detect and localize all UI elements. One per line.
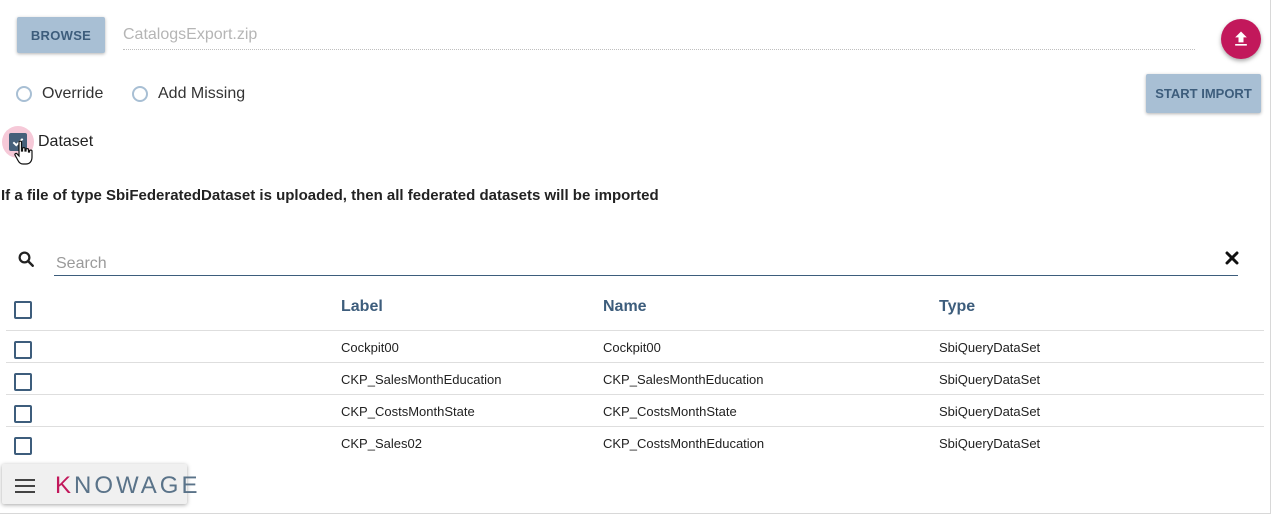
cell-type: SbiQueryDataSet bbox=[939, 404, 1041, 419]
row-checkbox[interactable] bbox=[14, 405, 32, 423]
row-checkbox[interactable] bbox=[14, 373, 32, 391]
hand-pointer-icon bbox=[14, 140, 33, 165]
add-missing-radio[interactable]: Add Missing bbox=[132, 84, 245, 104]
override-radio-circle[interactable] bbox=[16, 86, 32, 102]
file-name-field[interactable]: CatalogsExport.zip bbox=[123, 26, 1195, 50]
cell-label: Cockpit00 bbox=[341, 340, 399, 355]
row-checkbox[interactable] bbox=[14, 437, 32, 455]
row-divider bbox=[6, 362, 1264, 363]
info-message: If a file of type SbiFederatedDataset is… bbox=[1, 187, 659, 204]
cell-type: SbiQueryDataSet bbox=[939, 372, 1041, 387]
row-divider bbox=[6, 426, 1264, 427]
cell-name: CKP_CostsMonthEducation bbox=[603, 436, 765, 451]
search-icon bbox=[18, 251, 34, 267]
hamburger-menu-icon[interactable] bbox=[15, 479, 35, 493]
knowage-logo: KNOWAGE bbox=[55, 472, 201, 499]
column-header-label[interactable]: Label bbox=[341, 298, 383, 316]
override-radio-label: Override bbox=[42, 85, 104, 102]
row-divider bbox=[6, 394, 1264, 395]
close-icon[interactable] bbox=[1225, 251, 1239, 265]
add-missing-radio-circle[interactable] bbox=[132, 86, 148, 102]
header-divider bbox=[6, 330, 1264, 331]
cell-type: SbiQueryDataSet bbox=[939, 340, 1041, 355]
cell-name: Cockpit00 bbox=[603, 340, 661, 355]
cell-label: CKP_SalesMonthEducation bbox=[341, 372, 502, 387]
upload-icon bbox=[1235, 31, 1247, 46]
cell-type: SbiQueryDataSet bbox=[939, 436, 1041, 451]
row-checkbox[interactable] bbox=[14, 341, 32, 359]
add-missing-radio-label: Add Missing bbox=[158, 85, 246, 102]
select-all-checkbox[interactable] bbox=[14, 301, 32, 319]
cell-name: CKP_CostsMonthState bbox=[603, 404, 737, 419]
dataset-checkbox-label: Dataset bbox=[38, 133, 94, 150]
override-radio[interactable]: Override bbox=[16, 84, 103, 104]
bottom-menu-bar: KNOWAGE bbox=[2, 464, 197, 504]
browse-button[interactable]: BROWSE bbox=[17, 17, 105, 53]
cell-name: CKP_SalesMonthEducation bbox=[603, 372, 764, 387]
cell-label: CKP_Sales02 bbox=[341, 436, 422, 451]
search-input[interactable] bbox=[54, 252, 1238, 276]
column-header-name[interactable]: Name bbox=[603, 298, 647, 316]
column-header-type[interactable]: Type bbox=[939, 298, 975, 316]
upload-button[interactable] bbox=[1221, 19, 1261, 59]
start-import-button[interactable]: START IMPORT bbox=[1146, 74, 1261, 113]
cell-label: CKP_CostsMonthState bbox=[341, 404, 475, 419]
